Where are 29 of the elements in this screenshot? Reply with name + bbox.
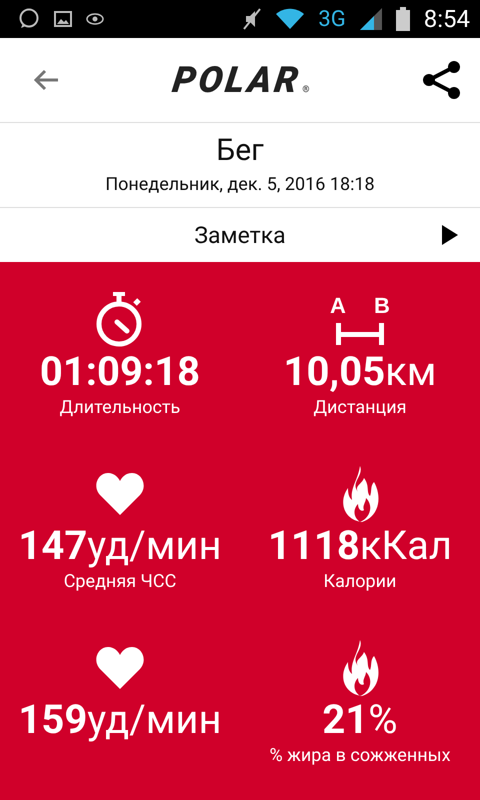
stat-value: 147уд/мин bbox=[18, 522, 222, 570]
muted-icon bbox=[242, 8, 262, 30]
workout-date: Понедельник, дек. 5, 2016 18:18 bbox=[105, 174, 375, 195]
stat-label: Средняя ЧСС bbox=[64, 570, 176, 594]
battery-icon bbox=[396, 7, 410, 31]
stat-label: Дистанция bbox=[314, 396, 406, 420]
registered-mark: ® bbox=[302, 85, 310, 95]
flame-icon bbox=[340, 640, 380, 696]
heart-icon bbox=[95, 645, 145, 691]
network-type: 3G bbox=[318, 6, 346, 32]
brand-logo: POLAR bbox=[170, 59, 304, 101]
clock-time: 8:54 bbox=[424, 5, 470, 33]
stat-label: Калории bbox=[324, 570, 396, 594]
stat-value: 10,05км bbox=[284, 348, 436, 396]
stat-value: 01:09:18 bbox=[40, 348, 200, 396]
signal-icon bbox=[360, 8, 382, 30]
stat-value: 1118кКал bbox=[268, 522, 452, 570]
stat-value: 159уд/мин bbox=[18, 696, 222, 744]
image-icon bbox=[54, 11, 72, 27]
chat-icon bbox=[18, 8, 40, 30]
wifi-icon bbox=[276, 8, 304, 30]
flame-icon bbox=[340, 466, 380, 522]
stat-label: Длительность bbox=[60, 396, 180, 420]
stat-label: % жира в сожженных bbox=[269, 744, 451, 768]
play-icon bbox=[442, 225, 458, 245]
eye-icon bbox=[86, 13, 104, 25]
workout-title: Бег bbox=[216, 133, 264, 168]
heart-icon bbox=[95, 471, 145, 517]
stat-value: 21% bbox=[322, 696, 398, 744]
